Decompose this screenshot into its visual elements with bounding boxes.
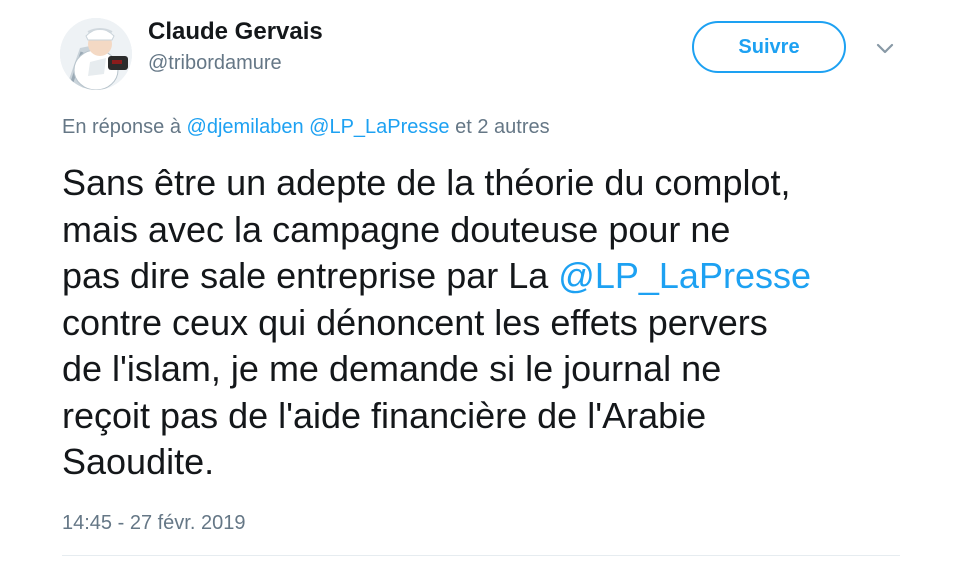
avatar[interactable] (60, 18, 132, 90)
tweet-text-line: reçoit pas de l'aide financière de l'Ara… (62, 394, 707, 436)
tweet-text-line: de l'islam, je me demande si le journal … (62, 348, 722, 389)
chevron-down-icon-glyph (876, 43, 894, 54)
avatar-image (60, 18, 132, 90)
reply-context-prefix: En réponse à (62, 116, 181, 138)
tweet-card: Claude Gervais @tribordamure Suivre En r… (0, 0, 956, 568)
chevron-down-icon[interactable] (872, 36, 898, 62)
reply-context: En réponse à @djemilaben @LP_LaPresse et… (62, 116, 550, 139)
divider (62, 555, 900, 556)
author-screen-name[interactable]: @tribordamure (148, 52, 282, 75)
tweet-text-line: mais avec la campagne douteuse pour ne (62, 208, 731, 250)
tweet-text-segment: pas dire sale entreprise par La (62, 255, 559, 296)
follow-button-label: Suivre (738, 35, 800, 58)
tweet-timestamp[interactable]: 14:45 - 27 févr. 2019 (62, 512, 245, 535)
tweet-text-line: contre ceux qui dénoncent les effets per… (62, 301, 768, 343)
tweet-text-line: Saoudite. (62, 441, 215, 482)
author-display-name[interactable]: Claude Gervais (148, 18, 323, 46)
tweet-text-line: Sans être un adepte de la théorie du com… (62, 162, 791, 203)
tweet-mention-lp-lapresse[interactable]: @LP_LaPresse (558, 255, 811, 296)
follow-button[interactable]: Suivre (692, 21, 846, 73)
reply-mention-djemilaben[interactable]: @djemilaben (187, 116, 304, 138)
reply-mention-lp-lapresse[interactable]: @LP_LaPresse (309, 116, 449, 138)
tweet-text-line: pas dire sale entreprise par La @LP_LaPr… (62, 253, 932, 300)
tweet-text: Sans être un adepte de la théorie du com… (62, 160, 932, 486)
reply-context-suffix[interactable]: et 2 autres (455, 116, 550, 138)
